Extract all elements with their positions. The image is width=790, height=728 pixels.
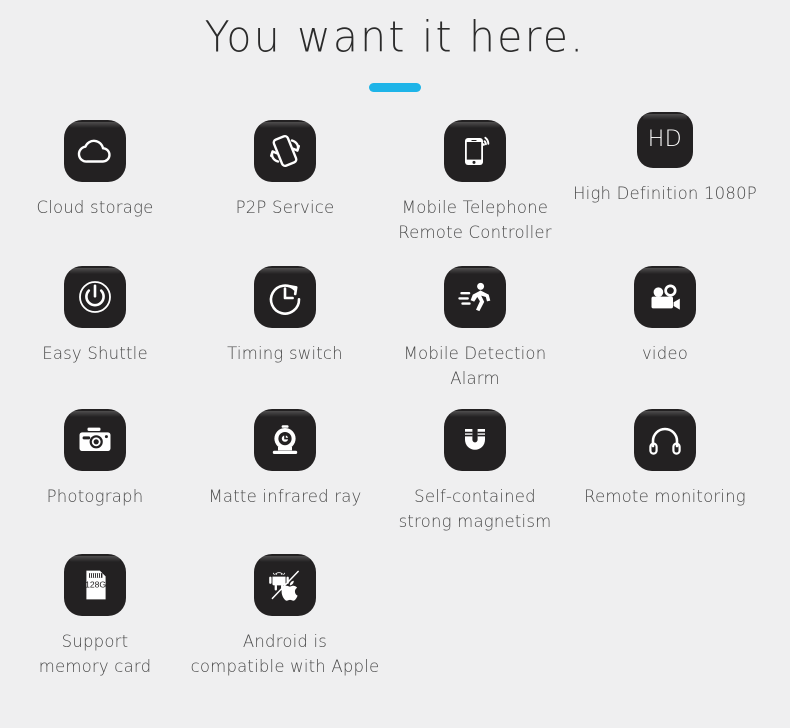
feature-item-motion-detection-alarm[interactable]: Mobile Detection Alarm: [380, 266, 570, 409]
feature-item-android-apple-compatible[interactable]: Android is compatible with Apple: [190, 554, 380, 694]
feature-label: Mobile Telephone Remote Controller: [398, 198, 552, 242]
feature-item-memory-card[interactable]: 128G Support memory card: [0, 554, 190, 694]
feature-item-timing-switch[interactable]: Timing switch: [190, 266, 380, 409]
feature-label: P2P Service: [235, 198, 335, 218]
feature-label: Support memory card: [38, 632, 152, 676]
feature-label: Timing switch: [227, 344, 343, 364]
feature-label: Self-contained strong magnetism: [398, 487, 552, 531]
feature-item-p2p-service[interactable]: P2P Service: [190, 120, 380, 266]
feature-item-video[interactable]: video: [570, 266, 760, 409]
feature-label: High Definition 1080P: [573, 184, 757, 204]
feature-label: Matte infrared ray: [208, 487, 362, 507]
feature-label: Android is compatible with Apple: [190, 632, 380, 676]
features-grid: Cloud storage P2P Service Mobile Telepho…: [0, 112, 790, 694]
cloud-icon: [64, 120, 126, 183]
feature-item-empty: [380, 554, 570, 694]
feature-item-mobile-remote-controller[interactable]: Mobile Telephone Remote Controller: [380, 120, 570, 266]
memory-card-capacity-text: 128G: [85, 580, 106, 590]
feature-row: 128G Support memory card Android is comp…: [0, 554, 790, 694]
feature-label: Cloud storage: [36, 198, 154, 218]
feature-item-remote-monitoring[interactable]: Remote monitoring: [570, 409, 760, 554]
feature-item-empty: [570, 554, 760, 694]
page-title: You want it here.: [204, 12, 586, 62]
feature-grid-page: You want it here. Cloud storage P2P Serv…: [0, 0, 790, 728]
feature-item-self-contained-magnetism[interactable]: Self-contained strong magnetism: [380, 409, 570, 554]
running-person-icon: [444, 266, 506, 329]
feature-label: Mobile Detection Alarm: [403, 344, 547, 388]
photo-camera-icon: [64, 409, 126, 472]
magnet-icon: [444, 409, 506, 472]
power-icon: [64, 266, 126, 329]
p2p-devices-icon: [254, 120, 316, 183]
feature-item-matte-infrared-ray[interactable]: Matte infrared ray: [190, 409, 380, 554]
feature-label: Photograph: [46, 487, 144, 507]
phone-wifi-icon: [444, 120, 506, 183]
feature-label: video: [641, 344, 689, 364]
feature-row: Easy Shuttle Timing switch Mobile Detect…: [0, 266, 790, 409]
feature-row: Photograph Matte infrared ray Self-conta…: [0, 409, 790, 554]
feature-item-easy-shuttle[interactable]: Easy Shuttle: [0, 266, 190, 409]
hd-badge-text: HD: [647, 127, 683, 153]
hd-badge-icon: HD: [637, 112, 693, 169]
movie-camera-icon: [634, 266, 696, 329]
feature-item-photograph[interactable]: Photograph: [0, 409, 190, 554]
feature-label: Easy Shuttle: [42, 344, 148, 364]
android-apple-icon: [254, 554, 316, 617]
feature-label: Remote monitoring: [584, 487, 746, 507]
feature-item-cloud-storage[interactable]: Cloud storage: [0, 120, 190, 266]
feature-row: Cloud storage P2P Service Mobile Telepho…: [0, 112, 790, 266]
headphones-icon: [634, 409, 696, 472]
title-underline: [369, 83, 421, 93]
clock-refresh-icon: [254, 266, 316, 329]
memory-card-icon: 128G: [64, 554, 126, 617]
feature-item-high-definition[interactable]: HD High Definition 1080P: [570, 112, 760, 258]
page-header: You want it here.: [0, 0, 790, 93]
webcam-icon: [254, 409, 316, 472]
